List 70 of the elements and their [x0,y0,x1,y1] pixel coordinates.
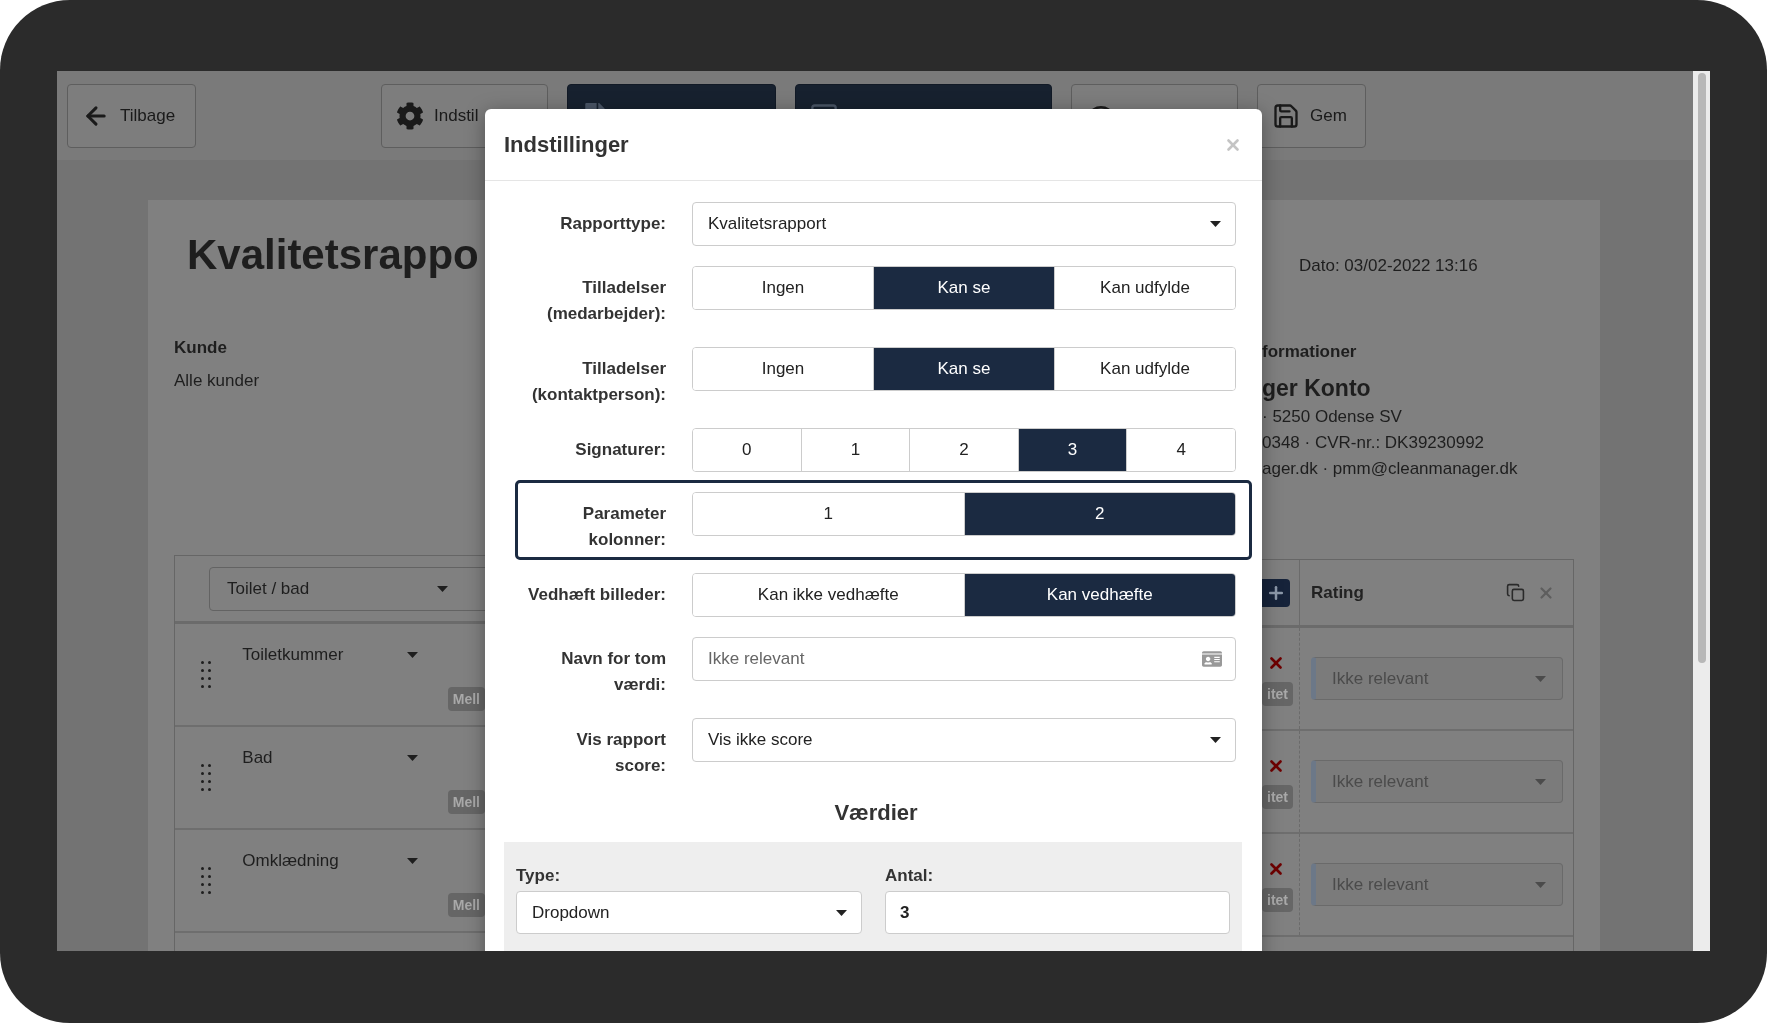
tag: Mell [447,790,485,814]
number-field[interactable]: 3 [885,891,1230,934]
scrollbar[interactable] [1693,71,1710,951]
category-select[interactable]: Toilet / bad [209,566,485,611]
tag: itet [1262,682,1293,706]
tag: itet [1262,888,1293,912]
segment-option[interactable]: 2 [964,493,1235,535]
delete-icon[interactable] [1267,654,1285,672]
segment-option[interactable]: 0 [693,429,802,471]
field-label: Parameter kolonner: [581,503,666,551]
customer-value: Alle kunder [174,370,261,392]
segment-option[interactable]: Kan se [874,267,1055,309]
item-name: Bad [242,747,273,769]
section-heading: Værdier [833,799,919,827]
caret-icon [1535,778,1546,785]
company-detail: 0348 · CVR-nr.: DK39230992 [1262,432,1486,454]
caret-icon [1210,737,1221,743]
segment-option[interactable]: Ingen [693,348,874,390]
field-label: Vedhæft billeder: [527,584,666,606]
field-label: Vis rapport score: [575,729,666,777]
dropdown-select[interactable]: Vis ikke score [692,718,1236,762]
segment-option[interactable]: Kan vedhæfte [964,574,1235,616]
field-label: Tilladelser (medarbejder): [545,277,666,325]
caret-icon [407,755,419,761]
segment-option[interactable]: Kan ikke vedhæfte [693,574,965,616]
tag: Mell [447,687,485,711]
copy-icon[interactable] [1506,583,1525,602]
field-label: Rapporttype: [559,213,666,235]
tag: itet [1262,785,1293,809]
caret-icon [836,909,847,916]
toolbar-button[interactable]: Gem [1257,83,1366,148]
field-label: Antal: [885,866,935,886]
section-heading: formationer [1262,341,1358,363]
report-date: Dato: 03/02-2022 13:16 [1299,255,1479,277]
segment-option[interactable]: Kan se [874,348,1055,390]
caret-icon [407,858,419,864]
delete-icon[interactable] [1267,860,1285,878]
segment-option[interactable]: 3 [1018,429,1128,471]
save-icon [1272,101,1300,130]
caret-icon [407,652,419,658]
field-label: Type: [516,866,562,886]
customer-label: Kunde [174,337,228,359]
add-button[interactable] [1262,578,1290,607]
caret-icon [1535,675,1546,682]
segment-option[interactable]: Ingen [693,267,874,309]
drag-handle-icon[interactable] [201,867,211,894]
delete-icon[interactable] [1267,757,1285,775]
caret-icon [437,585,448,592]
caret-icon [1210,221,1221,227]
segment-option[interactable]: 1 [693,493,965,535]
item-name: Omklædning [242,850,339,872]
field-label: Tilladelser (kontaktperson): [530,358,666,406]
field-label: Signaturer: [574,439,666,461]
toolbar-button[interactable]: Tilbage [67,83,196,148]
caret-icon [1535,881,1546,888]
text-field[interactable]: Ikke relevant [692,637,1236,681]
dropdown-select[interactable]: Kvalitetsrapport [692,202,1236,246]
field-label: Navn for tom værdi: [560,648,666,696]
drag-handle-icon[interactable] [201,764,211,791]
company-name: ger Konto [1262,374,1372,402]
company-detail: ager.dk · pmm@cleanmanager.dk [1262,458,1519,480]
company-detail: · 5250 Odense SV [1262,406,1403,428]
id-card-icon [1202,649,1222,669]
column-header: Rating [1311,582,1365,603]
item-name: Toiletkummer [242,644,344,666]
dropdown-select[interactable]: Dropdown [516,891,862,934]
drag-handle-icon[interactable] [201,661,211,688]
report-title: Kvalitetsrappo [187,230,480,280]
tag: Mell [447,893,485,917]
settings-icon [396,101,424,130]
